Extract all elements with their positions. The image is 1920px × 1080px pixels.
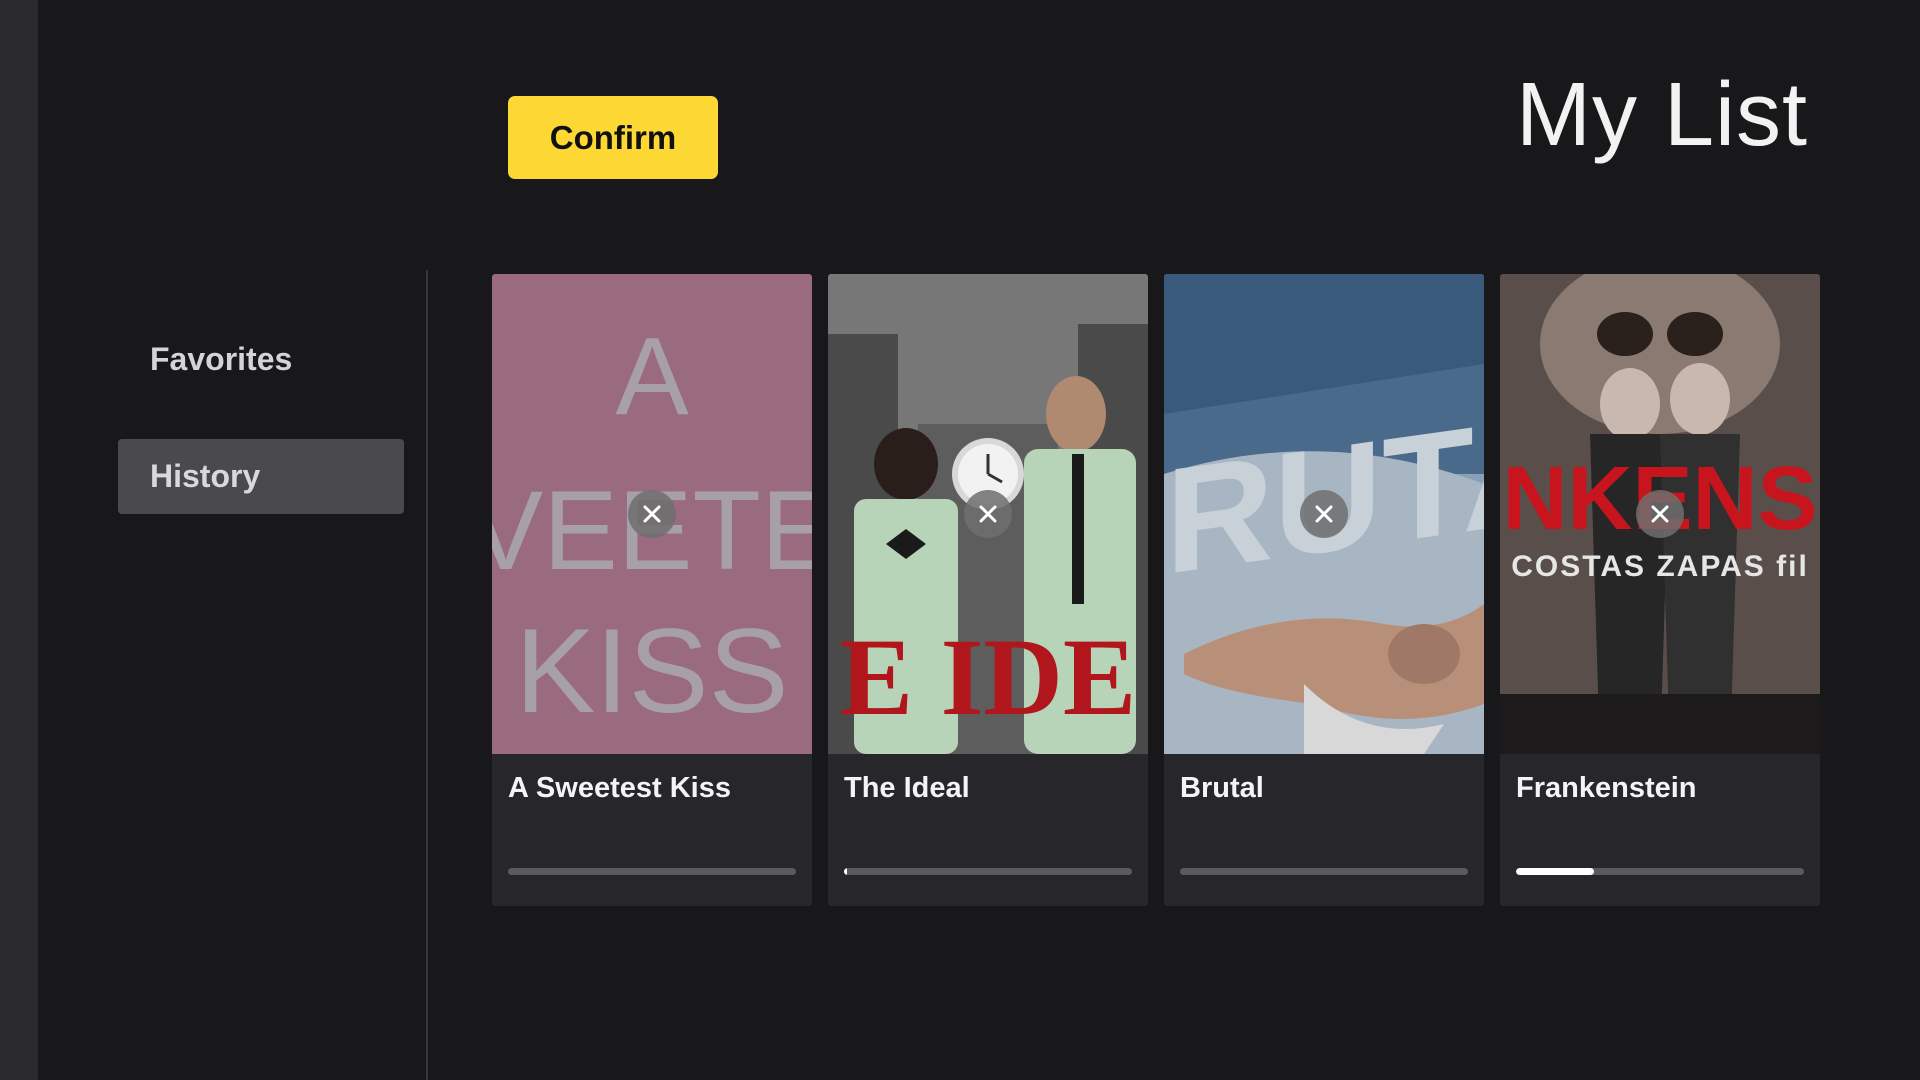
remove-button[interactable] — [1636, 490, 1684, 538]
poster-image: BRUTA — [1164, 274, 1484, 754]
movie-card[interactable]: NKENS COSTAS ZAPAS fil Frankenstein — [1500, 274, 1820, 906]
remove-button[interactable] — [964, 490, 1012, 538]
poster-image: NKENS COSTAS ZAPAS fil — [1500, 274, 1820, 754]
remove-button[interactable] — [628, 490, 676, 538]
progress-bar — [844, 868, 1132, 875]
poster-text: A — [615, 315, 689, 438]
poster-text: E IDE — [840, 616, 1136, 738]
card-title: The Ideal — [844, 772, 970, 804]
poster-image: E IDE — [828, 274, 1148, 754]
card-title: Frankenstein — [1516, 772, 1697, 804]
close-icon — [979, 505, 997, 523]
left-rail — [0, 0, 38, 1080]
movie-card[interactable]: BRUTA Brutal — [1164, 274, 1484, 906]
movie-card[interactable]: A VEETE KISS A Sweetest Kiss — [492, 274, 812, 906]
card-title: A Sweetest Kiss — [508, 772, 731, 804]
progress-bar — [1516, 868, 1804, 875]
sidebar-item-history[interactable]: History — [118, 439, 404, 514]
progress-fill — [1516, 868, 1594, 875]
progress-bar — [1180, 868, 1468, 875]
confirm-button[interactable]: Confirm — [508, 96, 718, 179]
remove-button[interactable] — [1300, 490, 1348, 538]
close-icon — [1651, 505, 1669, 523]
close-icon — [1315, 505, 1333, 523]
poster-image: A VEETE KISS — [492, 274, 812, 754]
progress-bar — [508, 868, 796, 875]
page-title: My List — [1515, 65, 1808, 165]
poster-text: COSTAS ZAPAS fil — [1511, 550, 1809, 583]
progress-fill — [844, 868, 847, 875]
divider — [426, 270, 428, 1080]
poster-text: KISS — [515, 604, 788, 738]
close-icon — [643, 505, 661, 523]
movie-card[interactable]: E IDE The Ideal — [828, 274, 1148, 906]
card-title: Brutal — [1180, 772, 1264, 804]
side-nav: Favorites History — [118, 322, 404, 514]
sidebar-item-favorites[interactable]: Favorites — [118, 322, 404, 397]
card-row: A VEETE KISS A Sweetest Kiss — [492, 274, 1820, 906]
